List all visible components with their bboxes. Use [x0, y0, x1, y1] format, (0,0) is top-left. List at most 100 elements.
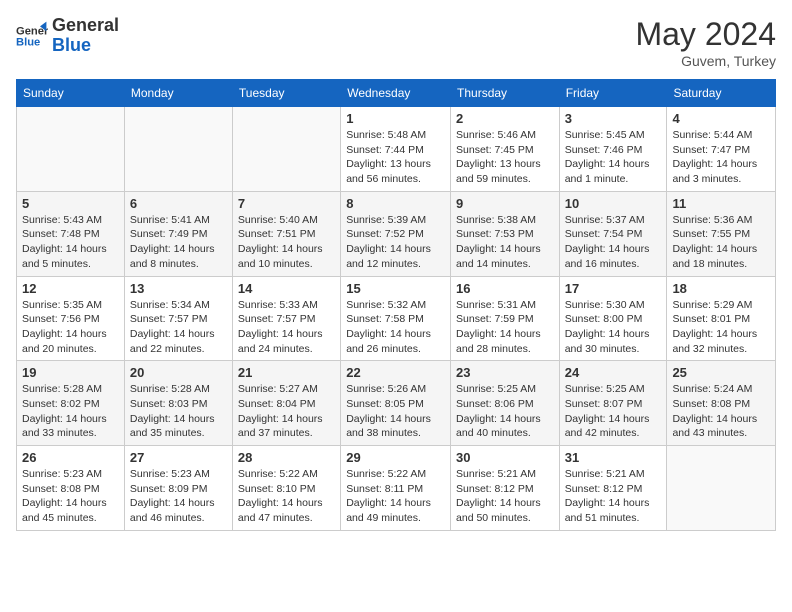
- col-header-saturday: Saturday: [667, 80, 776, 107]
- day-cell-18: 18Sunrise: 5:29 AMSunset: 8:01 PMDayligh…: [667, 276, 776, 361]
- day-number-22: 22: [346, 365, 445, 380]
- day-number-3: 3: [565, 111, 662, 126]
- day-cell-21: 21 Sunrise: 5:27 AMSunset: 8:04 PMDayligh…: [232, 361, 340, 446]
- empty-cell: [667, 446, 776, 531]
- day-info-15: Sunrise: 5:32 AMSunset: 7:58 PMDaylight:…: [346, 298, 445, 357]
- day-info-17: Sunrise: 5:30 AMSunset: 8:00 PMDaylight:…: [565, 298, 662, 357]
- week-row-4: 19 Sunrise: 5:28 AMSunset: 8:02 PMDayligh…: [17, 361, 776, 446]
- day-info-12: Sunrise: 5:35 AMSunset: 7:56 PMDaylight:…: [22, 298, 119, 357]
- week-row-2: 5 Sunrise: 5:43 AMSunset: 7:48 PMDaylight…: [17, 191, 776, 276]
- day-cell-2: 2 Sunrise: 5:46 AMSunset: 7:45 PMDaylight…: [451, 107, 560, 192]
- day-info-10: Sunrise: 5:37 AMSunset: 7:54 PMDaylight:…: [565, 213, 662, 272]
- day-number-14: 14: [238, 281, 335, 296]
- day-info-28: Sunrise: 5:22 AMSunset: 8:10 PMDaylight:…: [238, 467, 335, 526]
- day-info-16: Sunrise: 5:31 AMSunset: 7:59 PMDaylight:…: [456, 298, 554, 357]
- day-info-22: Sunrise: 5:26 AMSunset: 8:05 PMDaylight:…: [346, 382, 445, 441]
- day-cell-16: 16 Sunrise: 5:31 AMSunset: 7:59 PMDayligh…: [451, 276, 560, 361]
- day-cell-5: 5 Sunrise: 5:43 AMSunset: 7:48 PMDaylight…: [17, 191, 125, 276]
- day-info-25: Sunrise: 5:24 AMSunset: 8:08 PMDaylight:…: [672, 382, 770, 441]
- day-cell-24: 24Sunrise: 5:25 AMSunset: 8:07 PMDayligh…: [559, 361, 667, 446]
- day-number-2: 2: [456, 111, 554, 126]
- day-info-27: Sunrise: 5:23 AMSunset: 8:09 PMDaylight:…: [130, 467, 227, 526]
- day-number-23: 23: [456, 365, 554, 380]
- day-cell-13: 13Sunrise: 5:34 AMSunset: 7:57 PMDayligh…: [124, 276, 232, 361]
- day-info-19: Sunrise: 5:28 AMSunset: 8:02 PMDaylight:…: [22, 382, 119, 441]
- day-cell-28: 28 Sunrise: 5:22 AMSunset: 8:10 PMDayligh…: [232, 446, 340, 531]
- header-row: SundayMondayTuesdayWednesdayThursdayFrid…: [17, 80, 776, 107]
- day-number-20: 20: [130, 365, 227, 380]
- day-cell-9: 9Sunrise: 5:38 AMSunset: 7:53 PMDaylight…: [451, 191, 560, 276]
- day-cell-1: 1 Sunrise: 5:48 AMSunset: 7:44 PMDaylight…: [341, 107, 451, 192]
- day-cell-25: 25 Sunrise: 5:24 AMSunset: 8:08 PMDayligh…: [667, 361, 776, 446]
- day-info-1: Sunrise: 5:48 AMSunset: 7:44 PMDaylight:…: [346, 128, 445, 187]
- col-header-wednesday: Wednesday: [341, 80, 451, 107]
- day-number-21: 21: [238, 365, 335, 380]
- day-info-5: Sunrise: 5:43 AMSunset: 7:48 PMDaylight:…: [22, 213, 119, 272]
- day-cell-22: 22 Sunrise: 5:26 AMSunset: 8:05 PMDayligh…: [341, 361, 451, 446]
- day-number-10: 10: [565, 196, 662, 211]
- empty-cell: [232, 107, 340, 192]
- day-cell-3: 3 Sunrise: 5:45 AMSunset: 7:46 PMDaylight…: [559, 107, 667, 192]
- col-header-sunday: Sunday: [17, 80, 125, 107]
- day-info-3: Sunrise: 5:45 AMSunset: 7:46 PMDaylight:…: [565, 128, 662, 187]
- day-number-24: 24: [565, 365, 662, 380]
- empty-cell: [124, 107, 232, 192]
- col-header-thursday: Thursday: [451, 80, 560, 107]
- day-number-12: 12: [22, 281, 119, 296]
- day-cell-31: 31 Sunrise: 5:21 AMSunset: 8:12 PMDayligh…: [559, 446, 667, 531]
- day-info-4: Sunrise: 5:44 AMSunset: 7:47 PMDaylight:…: [672, 128, 770, 187]
- day-number-25: 25: [672, 365, 770, 380]
- day-cell-11: 11 Sunrise: 5:36 AMSunset: 7:55 PMDayligh…: [667, 191, 776, 276]
- day-cell-15: 15 Sunrise: 5:32 AMSunset: 7:58 PMDayligh…: [341, 276, 451, 361]
- day-number-7: 7: [238, 196, 335, 211]
- day-info-8: Sunrise: 5:39 AMSunset: 7:52 PMDaylight:…: [346, 213, 445, 272]
- day-info-21: Sunrise: 5:27 AMSunset: 8:04 PMDaylight:…: [238, 382, 335, 441]
- day-number-31: 31: [565, 450, 662, 465]
- location-subtitle: Guvem, Turkey: [635, 53, 776, 69]
- day-number-17: 17: [565, 281, 662, 296]
- day-number-26: 26: [22, 450, 119, 465]
- day-number-18: 18: [672, 281, 770, 296]
- day-number-29: 29: [346, 450, 445, 465]
- week-row-5: 26 Sunrise: 5:23 AMSunset: 8:08 PMDayligh…: [17, 446, 776, 531]
- logo-text-general: General: [52, 16, 119, 36]
- svg-text:Blue: Blue: [16, 36, 40, 48]
- empty-cell: [17, 107, 125, 192]
- day-number-6: 6: [130, 196, 227, 211]
- day-info-26: Sunrise: 5:23 AMSunset: 8:08 PMDaylight:…: [22, 467, 119, 526]
- day-info-6: Sunrise: 5:41 AMSunset: 7:49 PMDaylight:…: [130, 213, 227, 272]
- day-number-5: 5: [22, 196, 119, 211]
- day-number-15: 15: [346, 281, 445, 296]
- day-number-13: 13: [130, 281, 227, 296]
- day-cell-10: 10 Sunrise: 5:37 AMSunset: 7:54 PMDayligh…: [559, 191, 667, 276]
- day-info-11: Sunrise: 5:36 AMSunset: 7:55 PMDaylight:…: [672, 213, 770, 272]
- col-header-friday: Friday: [559, 80, 667, 107]
- day-cell-26: 26 Sunrise: 5:23 AMSunset: 8:08 PMDayligh…: [17, 446, 125, 531]
- day-number-11: 11: [672, 196, 770, 211]
- day-number-1: 1: [346, 111, 445, 126]
- col-header-tuesday: Tuesday: [232, 80, 340, 107]
- day-number-27: 27: [130, 450, 227, 465]
- day-info-23: Sunrise: 5:25 AMSunset: 8:06 PMDaylight:…: [456, 382, 554, 441]
- day-number-16: 16: [456, 281, 554, 296]
- day-number-4: 4: [672, 111, 770, 126]
- day-info-20: Sunrise: 5:28 AMSunset: 8:03 PMDaylight:…: [130, 382, 227, 441]
- day-cell-17: 17 Sunrise: 5:30 AMSunset: 8:00 PMDayligh…: [559, 276, 667, 361]
- day-cell-7: 7Sunrise: 5:40 AMSunset: 7:51 PMDaylight…: [232, 191, 340, 276]
- day-cell-6: 6 Sunrise: 5:41 AMSunset: 7:49 PMDaylight…: [124, 191, 232, 276]
- day-cell-12: 12 Sunrise: 5:35 AMSunset: 7:56 PMDayligh…: [17, 276, 125, 361]
- day-info-30: Sunrise: 5:21 AMSunset: 8:12 PMDaylight:…: [456, 467, 554, 526]
- day-cell-8: 8Sunrise: 5:39 AMSunset: 7:52 PMDaylight…: [341, 191, 451, 276]
- day-cell-20: 20 Sunrise: 5:28 AMSunset: 8:03 PMDayligh…: [124, 361, 232, 446]
- day-cell-23: 23 Sunrise: 5:25 AMSunset: 8:06 PMDayligh…: [451, 361, 560, 446]
- day-info-31: Sunrise: 5:21 AMSunset: 8:12 PMDaylight:…: [565, 467, 662, 526]
- col-header-monday: Monday: [124, 80, 232, 107]
- day-cell-4: 4 Sunrise: 5:44 AMSunset: 7:47 PMDaylight…: [667, 107, 776, 192]
- day-number-28: 28: [238, 450, 335, 465]
- day-info-9: Sunrise: 5:38 AMSunset: 7:53 PMDaylight:…: [456, 213, 554, 272]
- day-cell-27: 27 Sunrise: 5:23 AMSunset: 8:09 PMDayligh…: [124, 446, 232, 531]
- page-header: General Blue General Blue May 2024 Guvem…: [16, 16, 776, 69]
- day-number-19: 19: [22, 365, 119, 380]
- logo: General Blue General Blue: [16, 16, 119, 56]
- day-info-2: Sunrise: 5:46 AMSunset: 7:45 PMDaylight:…: [456, 128, 554, 187]
